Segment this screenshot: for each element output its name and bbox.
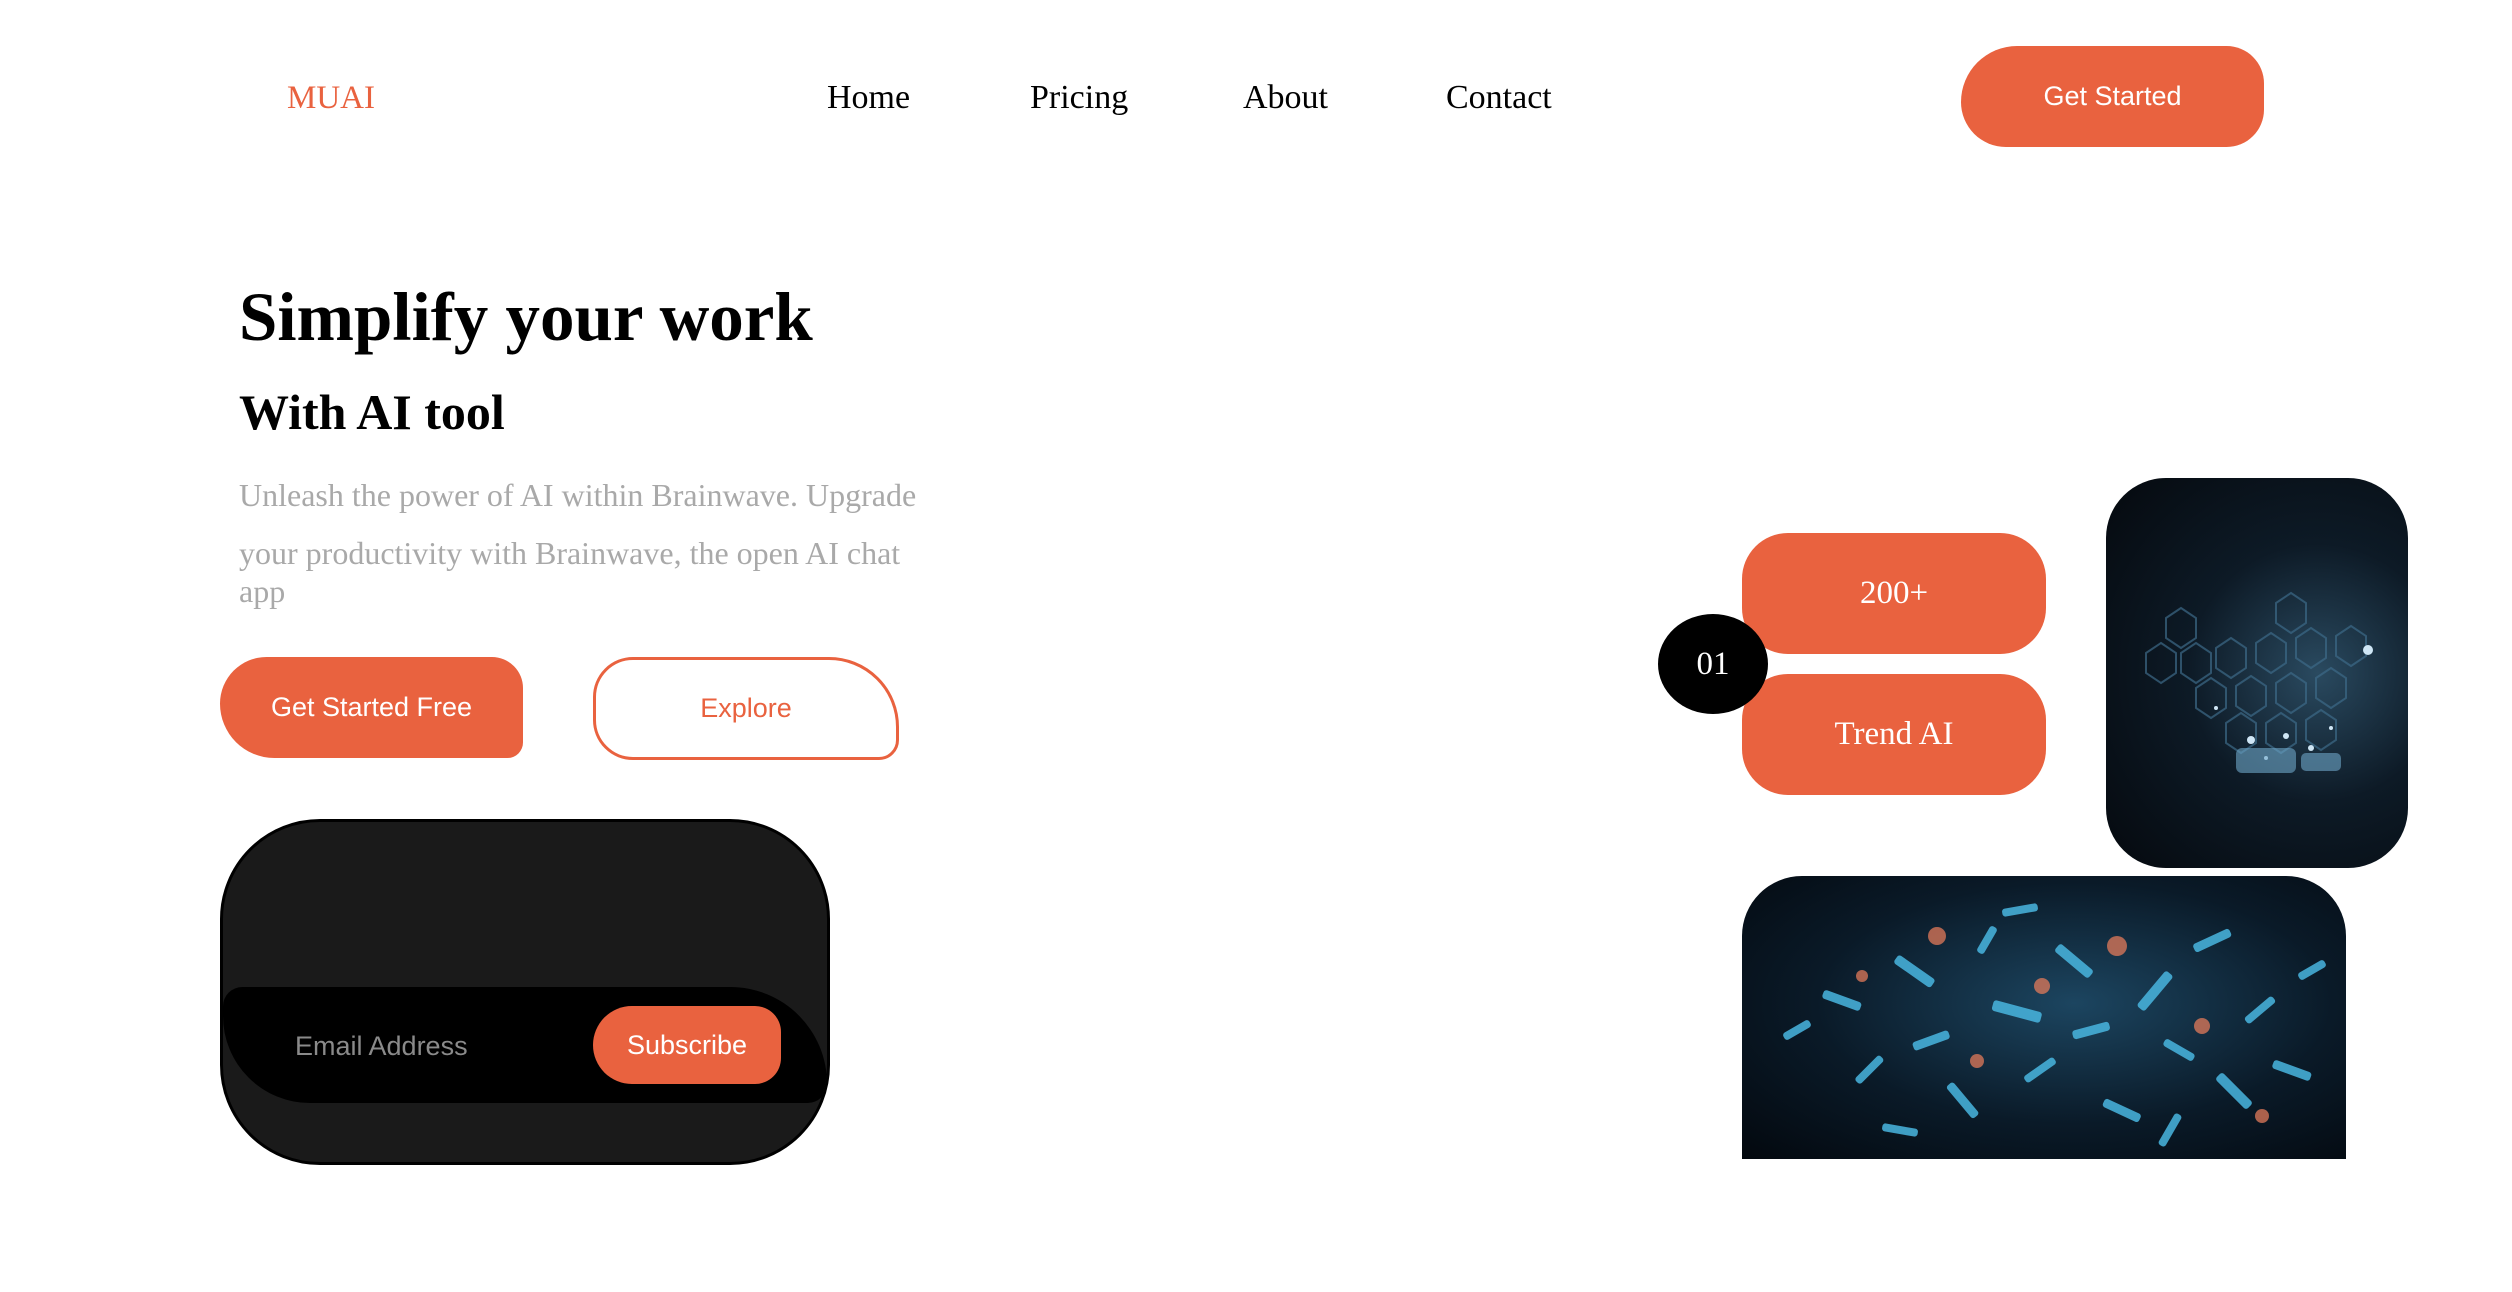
landing-page: MUAI Home Pricing About Contact Get Star… [0,0,2512,1292]
brand-logo[interactable]: MUAI [287,78,375,118]
get-started-button[interactable]: Get Started [1961,46,2264,147]
explore-button[interactable]: Explore [593,657,899,760]
hero-description-line: app [239,573,286,609]
ai-network-image [2106,478,2408,868]
hero-description-line: Unleash the power of AI within Brainwave… [239,477,917,513]
nav-link-contact[interactable]: Contact [1446,78,1552,118]
subscribe-button[interactable]: Subscribe [593,1006,781,1084]
nav-link-pricing[interactable]: Pricing [1030,78,1128,118]
number-badge: 01 [1658,614,1768,714]
subscribe-form: Subscribe [223,987,827,1103]
email-field[interactable] [293,1025,577,1067]
subscribe-card: Subscribe [220,819,830,1165]
hero-subtitle: With AI tool [239,384,505,440]
stat-trend-pill: Trend AI [1742,674,2046,795]
stat-count-pill: 200+ [1742,533,2046,654]
ai-particles-image [1742,876,2346,1159]
hero-title: Simplify your work [239,279,813,355]
hero-description: Unleash the power of AI within Brainwave… [239,475,939,611]
nav-link-home[interactable]: Home [827,78,910,118]
get-started-free-button[interactable]: Get Started Free [220,657,523,758]
nav-link-about[interactable]: About [1243,78,1328,118]
